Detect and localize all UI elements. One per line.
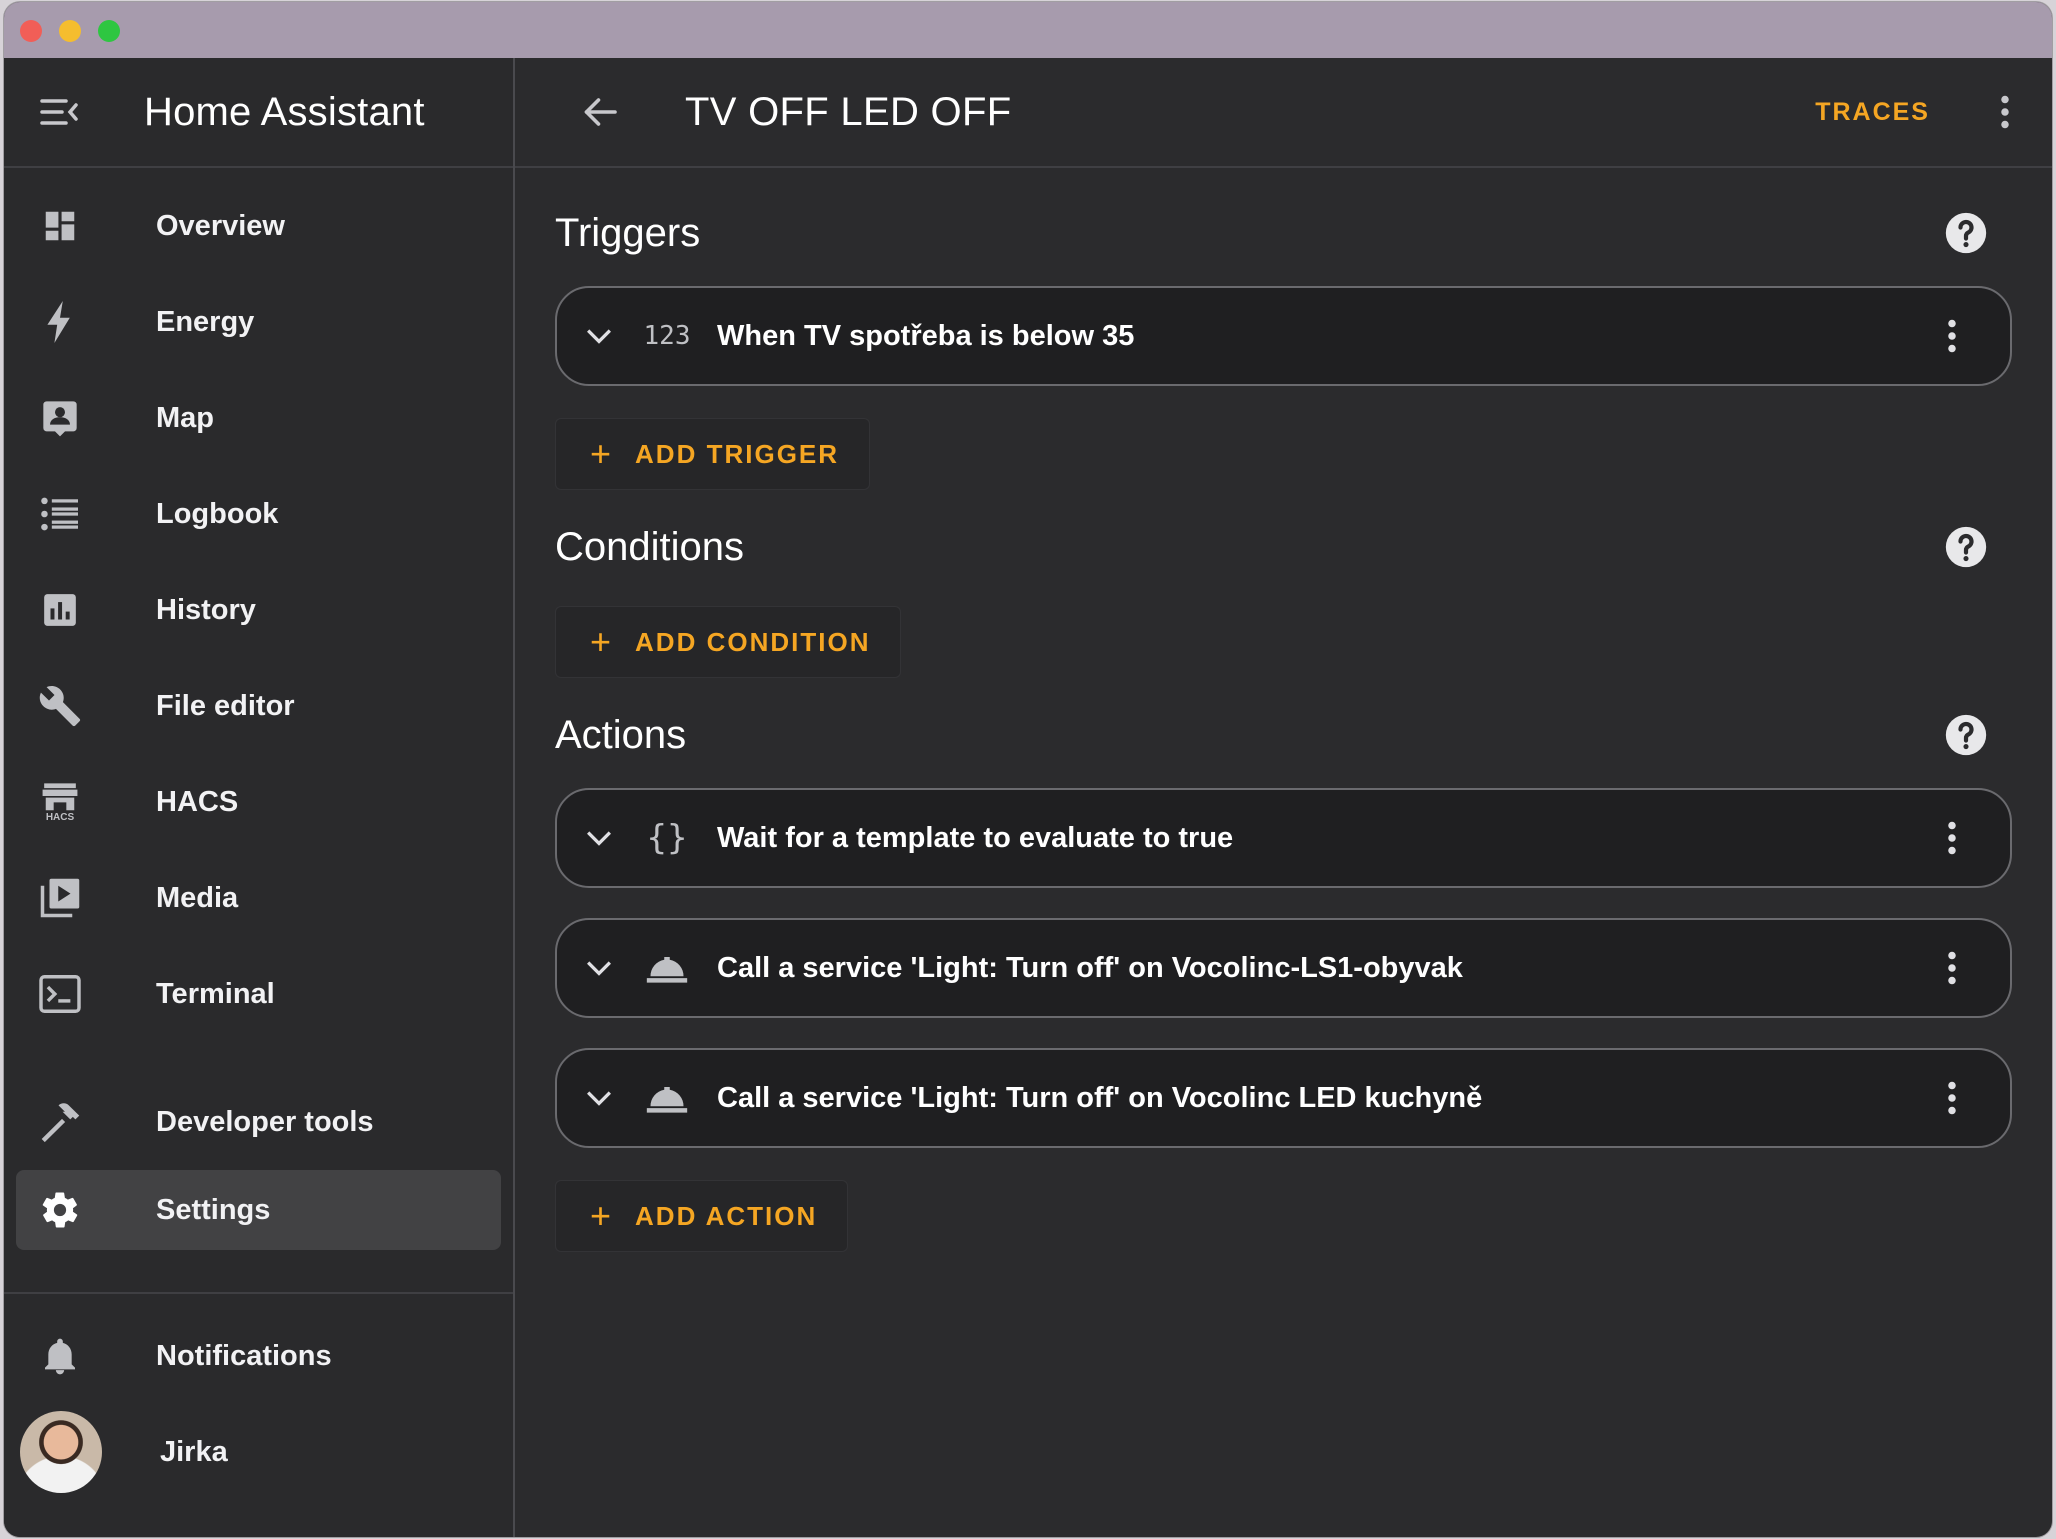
media-play-icon [30, 868, 90, 928]
help-icon[interactable] [1944, 713, 1988, 757]
actions-header: Actions [555, 690, 2012, 780]
sidebar-item-logbook[interactable]: Logbook [16, 466, 501, 562]
row-menu-icon[interactable] [1930, 308, 1974, 364]
menu-collapse-icon[interactable] [22, 74, 98, 150]
help-icon[interactable] [1944, 211, 1988, 255]
row-menu-icon[interactable] [1930, 940, 1974, 996]
help-icon[interactable] [1944, 525, 1988, 569]
section-title: Conditions [555, 524, 745, 569]
app-title: Home Assistant [144, 89, 425, 134]
window-titlebar [4, 2, 2052, 58]
sidebar-item-label: HACS [156, 785, 239, 818]
add-trigger-button[interactable]: + ADD TRIGGER [555, 418, 871, 490]
sidebar-item-developer-tools[interactable]: Developer tools [16, 1074, 501, 1170]
bar-chart-icon [30, 580, 90, 640]
action-description: Call a service 'Light: Turn off' on Voco… [717, 951, 1463, 984]
list-icon [30, 484, 90, 544]
main-panel: TV OFF LED OFF TRACES Triggers 123 When … [515, 58, 2052, 1537]
action-description: Wait for a template to evaluate to true [717, 821, 1234, 854]
close-window-button[interactable] [20, 20, 42, 42]
overflow-menu-icon[interactable] [1980, 82, 2030, 142]
sidebar-item-label: Developer tools [156, 1105, 374, 1138]
sidebar-item-history[interactable]: History [16, 562, 501, 658]
sidebar-item-label: Notifications [156, 1339, 332, 1372]
conditions-header: Conditions [555, 502, 2012, 592]
add-trigger-label: ADD TRIGGER [635, 438, 840, 469]
hacs-badge-label: HACS [45, 812, 75, 823]
sidebar-item-energy[interactable]: Energy [16, 274, 501, 370]
bell-icon [30, 1326, 90, 1386]
add-action-label: ADD ACTION [635, 1200, 818, 1231]
add-action-button[interactable]: + ADD ACTION [555, 1180, 849, 1252]
sidebar-item-file-editor[interactable]: File editor [16, 658, 501, 754]
app-window: Home Assistant Overview Energy Map Logbo… [4, 2, 2052, 1537]
triggers-header: Triggers [555, 188, 2012, 278]
chevron-down-icon[interactable] [577, 314, 621, 358]
hacs-store-icon: HACS [30, 772, 90, 832]
sidebar-item-label: Overview [156, 209, 285, 242]
sidebar-item-label: Media [156, 881, 239, 914]
sidebar-item-label: Logbook [156, 497, 279, 530]
chevron-down-icon[interactable] [577, 1076, 621, 1120]
sidebar-item-label: Settings [156, 1193, 271, 1226]
sidebar-item-terminal[interactable]: Terminal [16, 946, 501, 1042]
top-bar: TV OFF LED OFF TRACES [515, 58, 2052, 168]
dashboard-icon [30, 196, 90, 256]
row-menu-icon[interactable] [1930, 1070, 1974, 1126]
sidebar-nav: Overview Energy Map Logbook History File… [4, 168, 513, 1250]
wrench-icon [30, 676, 90, 736]
hammer-icon [30, 1092, 90, 1152]
add-condition-label: ADD CONDITION [635, 626, 871, 657]
section-title: Actions [555, 712, 687, 757]
automation-editor: Triggers 123 When TV spotřeba is below 3… [555, 168, 2012, 1252]
action-row[interactable]: Call a service 'Light: Turn off' on Voco… [555, 918, 2012, 1018]
numeric-icon: 123 [643, 321, 691, 351]
sidebar-item-media[interactable]: Media [16, 850, 501, 946]
service-bell-icon [639, 943, 695, 993]
sidebar-item-label: Terminal [156, 977, 275, 1010]
sidebar-item-settings[interactable]: Settings [16, 1170, 501, 1250]
gear-icon [30, 1180, 90, 1240]
sidebar-header: Home Assistant [4, 58, 513, 168]
lightning-icon [30, 292, 90, 352]
nav-spacer [4, 1042, 513, 1074]
action-description: Call a service 'Light: Turn off' on Voco… [717, 1081, 1483, 1114]
trigger-description: When TV spotřeba is below 35 [717, 319, 1135, 352]
traces-button[interactable]: TRACES [1815, 98, 1930, 127]
sidebar-item-map[interactable]: Map [16, 370, 501, 466]
sidebar: Home Assistant Overview Energy Map Logbo… [4, 58, 515, 1537]
action-row[interactable]: {} Wait for a template to evaluate to tr… [555, 788, 2012, 888]
chevron-down-icon[interactable] [577, 946, 621, 990]
terminal-icon [30, 964, 90, 1024]
add-condition-button[interactable]: + ADD CONDITION [555, 606, 902, 678]
back-arrow-icon[interactable] [565, 77, 635, 147]
page-title: TV OFF LED OFF [685, 89, 1012, 134]
sidebar-item-user[interactable]: Jirka [12, 1404, 505, 1500]
action-row[interactable]: Call a service 'Light: Turn off' on Voco… [555, 1048, 2012, 1148]
sidebar-item-label: Energy [156, 305, 255, 338]
sidebar-item-label: File editor [156, 689, 295, 722]
service-bell-icon [639, 1073, 695, 1123]
sidebar-item-hacs[interactable]: HACS HACS [16, 754, 501, 850]
sidebar-item-label: Map [156, 401, 214, 434]
maximize-window-button[interactable] [98, 20, 120, 42]
map-icon [30, 388, 90, 448]
avatar [20, 1411, 102, 1493]
minimize-window-button[interactable] [59, 20, 81, 42]
chevron-down-icon[interactable] [577, 816, 621, 860]
trigger-row[interactable]: 123 When TV spotřeba is below 35 [555, 286, 2012, 386]
sidebar-item-label: History [156, 593, 256, 626]
code-braces-icon: {} [646, 818, 688, 858]
sidebar-bottom: Notifications Jirka [4, 1292, 513, 1500]
plus-icon: + [590, 433, 614, 474]
section-title: Triggers [555, 210, 701, 255]
row-menu-icon[interactable] [1930, 810, 1974, 866]
user-name: Jirka [160, 1435, 228, 1468]
sidebar-item-notifications[interactable]: Notifications [16, 1308, 501, 1404]
sidebar-item-overview[interactable]: Overview [16, 178, 501, 274]
plus-icon: + [590, 621, 614, 662]
plus-icon: + [590, 1195, 614, 1236]
